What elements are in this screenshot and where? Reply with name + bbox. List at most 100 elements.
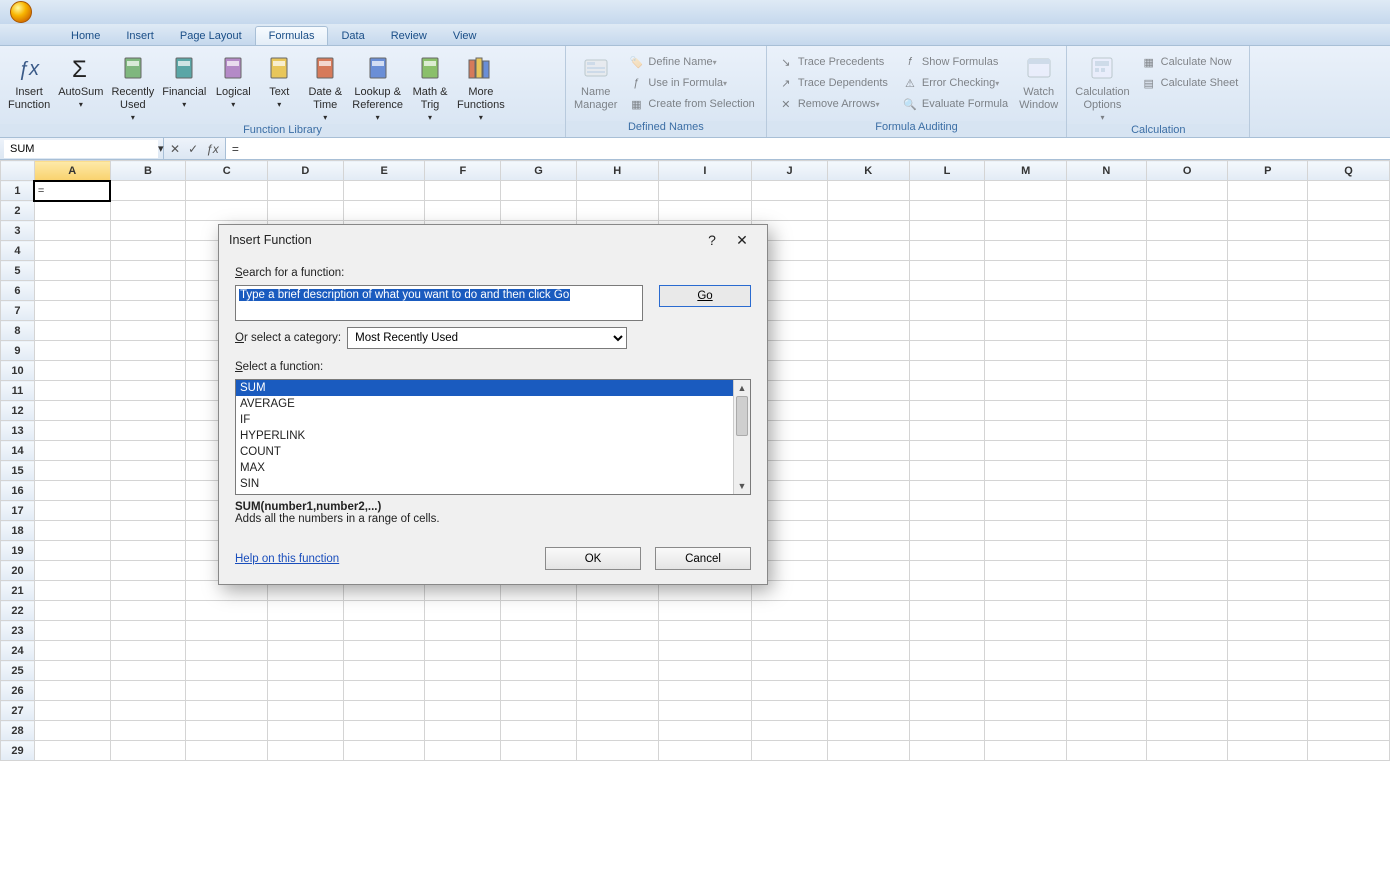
cell-Q22[interactable] (1308, 601, 1390, 621)
cell-A13[interactable] (34, 421, 110, 441)
cell-P19[interactable] (1228, 541, 1308, 561)
cell-I1[interactable] (658, 181, 752, 201)
cell-L26[interactable] (909, 681, 985, 701)
cell-P27[interactable] (1228, 701, 1308, 721)
cell-M27[interactable] (985, 701, 1067, 721)
col-header-M[interactable]: M (985, 161, 1067, 181)
cell-M4[interactable] (985, 241, 1067, 261)
cell-J29[interactable] (752, 741, 828, 761)
row-header-27[interactable]: 27 (1, 701, 35, 721)
cell-O8[interactable] (1146, 321, 1228, 341)
row-header-6[interactable]: 6 (1, 281, 35, 301)
col-header-F[interactable]: F (425, 161, 501, 181)
cell-G24[interactable] (501, 641, 577, 661)
cell-E1[interactable] (343, 181, 425, 201)
cell-M24[interactable] (985, 641, 1067, 661)
cell-D2[interactable] (268, 201, 344, 221)
cell-L16[interactable] (909, 481, 985, 501)
cell-J25[interactable] (752, 661, 828, 681)
row-header-17[interactable]: 17 (1, 501, 35, 521)
trace-dependents-button[interactable]: ↗Trace Dependents (775, 73, 891, 93)
cell-P23[interactable] (1228, 621, 1308, 641)
cell-P20[interactable] (1228, 561, 1308, 581)
cell-M15[interactable] (985, 461, 1067, 481)
cell-K19[interactable] (827, 541, 909, 561)
cell-P14[interactable] (1228, 441, 1308, 461)
scroll-up-icon[interactable]: ▲ (734, 380, 750, 396)
cell-J22[interactable] (752, 601, 828, 621)
function-item-count[interactable]: COUNT (236, 444, 733, 460)
scroll-thumb[interactable] (736, 396, 748, 436)
math-trig-button[interactable]: Math &Trig▾ (407, 50, 453, 124)
cell-C23[interactable] (186, 621, 268, 641)
cell-O24[interactable] (1146, 641, 1228, 661)
cancel-formula-button[interactable]: ✕ (170, 142, 180, 156)
cell-O10[interactable] (1146, 361, 1228, 381)
row-header-7[interactable]: 7 (1, 301, 35, 321)
cell-C22[interactable] (186, 601, 268, 621)
cell-F29[interactable] (425, 741, 501, 761)
define-name-button[interactable]: 🏷️Define Name (625, 52, 757, 72)
cell-P22[interactable] (1228, 601, 1308, 621)
cell-H25[interactable] (576, 661, 658, 681)
trace-precedents-button[interactable]: ↘Trace Precedents (775, 52, 891, 72)
cell-F2[interactable] (425, 201, 501, 221)
cell-L1[interactable] (909, 181, 985, 201)
cell-M2[interactable] (985, 201, 1067, 221)
cell-F22[interactable] (425, 601, 501, 621)
cell-L4[interactable] (909, 241, 985, 261)
cell-K1[interactable] (827, 181, 909, 201)
cell-N10[interactable] (1067, 361, 1147, 381)
cell-E22[interactable] (343, 601, 425, 621)
cell-J28[interactable] (752, 721, 828, 741)
col-header-E[interactable]: E (343, 161, 425, 181)
cell-N5[interactable] (1067, 261, 1147, 281)
cell-D23[interactable] (268, 621, 344, 641)
row-header-10[interactable]: 10 (1, 361, 35, 381)
cell-A29[interactable] (34, 741, 110, 761)
formula-input[interactable]: = (225, 138, 1390, 159)
cell-G1[interactable] (501, 181, 577, 201)
cell-N4[interactable] (1067, 241, 1147, 261)
cell-N7[interactable] (1067, 301, 1147, 321)
cell-P7[interactable] (1228, 301, 1308, 321)
cell-K24[interactable] (827, 641, 909, 661)
tab-insert[interactable]: Insert (113, 27, 167, 45)
recently-used-button[interactable]: RecentlyUsed▾ (107, 50, 158, 124)
row-header-3[interactable]: 3 (1, 221, 35, 241)
cell-A23[interactable] (34, 621, 110, 641)
cell-F1[interactable] (425, 181, 501, 201)
cell-M19[interactable] (985, 541, 1067, 561)
row-header-18[interactable]: 18 (1, 521, 35, 541)
cell-A4[interactable] (34, 241, 110, 261)
cell-K4[interactable] (827, 241, 909, 261)
cell-H29[interactable] (576, 741, 658, 761)
cell-P13[interactable] (1228, 421, 1308, 441)
cell-B19[interactable] (110, 541, 186, 561)
cell-O17[interactable] (1146, 501, 1228, 521)
cell-A8[interactable] (34, 321, 110, 341)
cell-M14[interactable] (985, 441, 1067, 461)
row-header-4[interactable]: 4 (1, 241, 35, 261)
cell-Q29[interactable] (1308, 741, 1390, 761)
cell-M13[interactable] (985, 421, 1067, 441)
cell-Q25[interactable] (1308, 661, 1390, 681)
cell-H27[interactable] (576, 701, 658, 721)
col-header-G[interactable]: G (501, 161, 577, 181)
row-header-26[interactable]: 26 (1, 681, 35, 701)
col-header-P[interactable]: P (1228, 161, 1308, 181)
cell-F24[interactable] (425, 641, 501, 661)
cell-J2[interactable] (752, 201, 828, 221)
tab-view[interactable]: View (440, 27, 490, 45)
cell-K7[interactable] (827, 301, 909, 321)
cell-Q6[interactable] (1308, 281, 1390, 301)
cell-B27[interactable] (110, 701, 186, 721)
col-header-I[interactable]: I (658, 161, 752, 181)
cell-E24[interactable] (343, 641, 425, 661)
cell-Q15[interactable] (1308, 461, 1390, 481)
search-input[interactable]: Type a brief description of what you wan… (235, 285, 643, 321)
cell-D29[interactable] (268, 741, 344, 761)
cell-N27[interactable] (1067, 701, 1147, 721)
cell-P5[interactable] (1228, 261, 1308, 281)
cell-B1[interactable] (110, 181, 186, 201)
